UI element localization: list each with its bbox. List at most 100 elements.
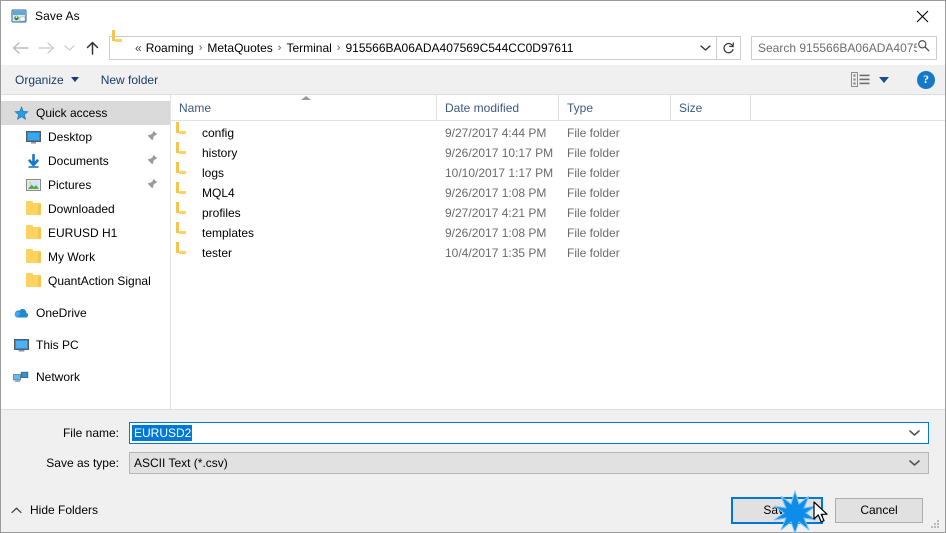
breadcrumb-item-metaquotes[interactable]: MetaQuotes <box>205 41 274 55</box>
file-type-cell: File folder <box>567 206 620 220</box>
refresh-icon[interactable] <box>717 36 741 60</box>
window-title: Save As <box>35 9 80 23</box>
breadcrumb-item-roaming[interactable]: Roaming <box>144 41 196 55</box>
column-header-label: Size <box>679 101 703 115</box>
command-toolbar: Organize New folder ? <box>1 65 945 95</box>
table-row[interactable]: templates 9/26/2017 1:08 PM File folder <box>171 223 945 243</box>
column-header-size[interactable]: Size <box>671 95 751 121</box>
table-row[interactable]: config 9/27/2017 4:44 PM File folder <box>171 123 945 143</box>
column-header-label: Name <box>179 101 212 115</box>
file-name-label: history <box>202 146 238 160</box>
save-button[interactable]: Save <box>731 496 823 524</box>
toolbar-right-group: ? <box>851 70 935 89</box>
hide-folders-button[interactable]: Hide Folders <box>11 503 98 517</box>
recent-locations-chevron-down-icon[interactable] <box>59 35 79 61</box>
sidebar-item-downloaded[interactable]: Downloaded <box>1 197 170 221</box>
view-chevron-down-icon[interactable] <box>879 76 889 83</box>
filetype-select[interactable]: ASCII Text (*.csv) <box>129 452 929 474</box>
pin-icon[interactable] <box>147 178 158 192</box>
sidebar-item-label: Desktop <box>48 130 93 144</box>
column-header-row: Name Date modified Type Size <box>171 95 945 121</box>
file-name-cell: profiles <box>171 206 437 220</box>
address-chevron-down-icon[interactable] <box>694 37 716 59</box>
forward-button[interactable] <box>33 35 59 61</box>
sidebar-item-quick-access[interactable]: Quick access <box>1 101 170 125</box>
table-row[interactable]: profiles 9/27/2017 4:21 PM File folder <box>171 203 945 223</box>
filetype-row: Save as type: ASCII Text (*.csv) <box>17 452 929 474</box>
chevron-up-icon <box>11 503 22 517</box>
sidebar-separator <box>1 325 170 333</box>
new-folder-button[interactable]: New folder <box>101 73 158 87</box>
folder-icon <box>25 273 41 289</box>
file-list[interactable]: config 9/27/2017 4:44 PM File folder histor… <box>171 121 945 409</box>
sidebar-item-eurusd-h1[interactable]: EURUSD H1 <box>1 221 170 245</box>
sidebar-item-pictures[interactable]: Pictures <box>1 173 170 197</box>
cancel-button[interactable]: Cancel <box>835 497 923 523</box>
search-placeholder: Search 915566BA06ADA40756... <box>758 41 917 55</box>
breadcrumb-item-terminal-id[interactable]: 915566BA06ADA407569C544CC0D97611 <box>343 41 575 55</box>
new-folder-label: New folder <box>100 72 159 87</box>
file-name-cell: logs <box>171 166 437 180</box>
breadcrumb-separator[interactable]: › <box>275 42 285 54</box>
help-icon[interactable]: ? <box>917 70 935 89</box>
folder-icon <box>115 41 131 55</box>
sidebar-item-label: This PC <box>36 338 79 352</box>
breadcrumb-separator[interactable]: › <box>334 42 344 54</box>
sidebar-item-my-work[interactable]: My Work <box>1 245 170 269</box>
file-name-label: logs <box>202 166 225 180</box>
search-input[interactable]: Search 915566BA06ADA40756... <box>751 36 937 60</box>
dialog-footer: Hide Folders Save Cancel <box>1 488 945 532</box>
breadcrumb-item-terminal[interactable]: Terminal <box>284 41 333 55</box>
sidebar-item-desktop[interactable]: Desktop <box>1 125 170 149</box>
dialog-body: Quick access Desktop Documents Pictures Down… <box>1 95 945 409</box>
file-name-cell: tester <box>171 246 437 260</box>
back-button[interactable] <box>7 35 33 61</box>
pin-icon[interactable] <box>147 130 158 144</box>
file-date-cell: 9/26/2017 10:17 PM <box>445 146 554 160</box>
breadcrumb-separator[interactable]: › <box>196 42 206 54</box>
filetype-chevron-down-icon[interactable] <box>909 454 928 472</box>
table-row[interactable]: history 9/26/2017 10:17 PM File folder <box>171 143 945 163</box>
address-bar[interactable]: « Roaming › MetaQuotes › Terminal › 9155… <box>109 36 717 60</box>
resize-grip-icon[interactable] <box>929 517 941 529</box>
view-layout-icon[interactable] <box>851 72 870 87</box>
sidebar-item-quantaction-signal[interactable]: QuantAction Signal <box>1 269 170 293</box>
pin-icon[interactable] <box>147 154 158 168</box>
search-icon[interactable] <box>917 39 936 57</box>
table-row[interactable]: MQL4 9/26/2017 1:08 PM File folder <box>171 183 945 203</box>
sidebar-item-label: Network <box>36 370 81 384</box>
sidebar-item-label: My Work <box>48 250 96 264</box>
breadcrumb-overflow[interactable]: « <box>135 41 144 55</box>
column-header-type[interactable]: Type <box>559 95 671 121</box>
table-row[interactable]: logs 10/10/2017 1:17 PM File folder <box>171 163 945 183</box>
chevron-down-icon <box>70 77 79 82</box>
pin-star-icon <box>13 105 29 121</box>
filename-row: File name: EURUSD2 <box>17 422 929 444</box>
filename-chevron-down-icon[interactable] <box>909 424 928 442</box>
file-date-cell: 9/27/2017 4:44 PM <box>445 126 547 140</box>
file-name-cell: templates <box>171 226 437 240</box>
documents-icon <box>25 153 41 169</box>
column-header-name[interactable]: Name <box>171 95 437 121</box>
sidebar-item-documents[interactable]: Documents <box>1 149 170 173</box>
sidebar-item-onedrive[interactable]: OneDrive <box>1 301 170 325</box>
organize-button[interactable]: Organize <box>15 73 79 87</box>
close-icon[interactable] <box>899 1 945 31</box>
save-as-dialog: Save As « Roaming › MetaQuotes › Termina… <box>0 0 946 533</box>
this-pc-icon <box>13 337 29 353</box>
up-button[interactable] <box>79 35 105 61</box>
sidebar-item-label: Documents <box>48 154 109 168</box>
navigation-bar: « Roaming › MetaQuotes › Terminal › 9155… <box>1 31 945 65</box>
file-type-cell: File folder <box>567 226 620 240</box>
help-label: ? <box>923 72 929 86</box>
column-header-date-modified[interactable]: Date modified <box>437 95 559 121</box>
desktop-icon <box>25 129 41 145</box>
sidebar-item-network[interactable]: Network <box>1 365 170 389</box>
filename-input[interactable]: EURUSD2 <box>129 422 929 444</box>
onedrive-icon <box>13 305 29 321</box>
file-name-cell: history <box>171 146 437 160</box>
folder-icon <box>25 201 41 217</box>
sidebar-item-this-pc[interactable]: This PC <box>1 333 170 357</box>
table-row[interactable]: tester 10/4/2017 1:35 PM File folder <box>171 243 945 263</box>
file-date-cell: 9/27/2017 4:21 PM <box>445 206 547 220</box>
